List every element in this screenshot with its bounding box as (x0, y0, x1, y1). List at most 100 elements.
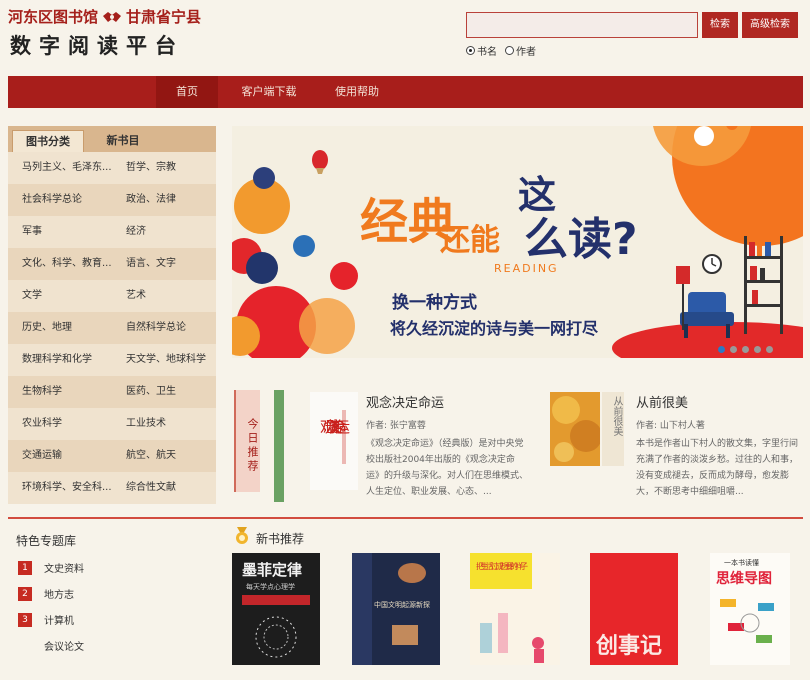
search-input[interactable] (466, 12, 698, 38)
category-tabs: 图书分类 新书目 (8, 126, 216, 152)
book-cover[interactable]: 创事记 (590, 553, 678, 665)
banner-tagline-1: 换一种方式 (392, 292, 477, 313)
tab-book-categories[interactable]: 图书分类 (12, 130, 84, 152)
topic-item[interactable]: 1 文史资料 (18, 560, 84, 575)
radio-selected-icon (466, 46, 475, 55)
clock-icon (702, 254, 722, 274)
topic-label: 会议论文 (44, 642, 84, 653)
category-link[interactable]: 文学 (8, 280, 112, 312)
category-link[interactable]: 数理科学和化学 (8, 344, 112, 376)
main-nav: 首页 客户端下载 使用帮助 (8, 76, 803, 108)
topic-label: 地方志 (44, 590, 74, 601)
banner-dot[interactable] (754, 346, 761, 353)
category-link[interactable]: 艺术 (112, 280, 216, 312)
topic-number: 3 (18, 612, 32, 627)
radio-unselected-icon (505, 46, 514, 55)
category-link[interactable]: 自然科学总论 (112, 312, 216, 344)
category-row: 文化、科学、教育... 语言、文字 (8, 248, 216, 280)
topic-item[interactable]: 会议论文 (18, 638, 84, 653)
county-name: 甘肃省宁县 (126, 8, 202, 26)
topic-item[interactable]: 2 地方志 (18, 586, 74, 601)
book-cover-art (550, 392, 600, 466)
cover-title: 把生活过成想要的样子 (476, 561, 528, 571)
tab-new-catalog[interactable]: 新书目 (88, 130, 158, 152)
book-cover[interactable]: 中国文明起源新探 (352, 553, 440, 665)
category-link[interactable]: 社会科学总论 (8, 184, 112, 216)
nav-client-download[interactable]: 客户端下载 (226, 76, 312, 108)
cover-title: 创事记 (595, 633, 662, 659)
balloon-icon (312, 150, 328, 174)
topic-item[interactable]: 3 计算机 (18, 612, 74, 627)
book-cover-art: 一本书读懂 思维导图 (710, 553, 790, 665)
hero-banner[interactable]: 经典 这 还能 么读? READING 换一种方式 将久经沉淀的诗与美一网打尽 (232, 126, 803, 358)
category-link[interactable]: 工业技术 (112, 408, 216, 440)
category-row: 农业科学 工业技术 (8, 408, 216, 440)
topic-number: 2 (18, 586, 32, 601)
radio-author[interactable]: 作者 (505, 43, 536, 58)
topic-label: 文史资料 (44, 564, 84, 575)
category-link[interactable]: 经济 (112, 216, 216, 248)
category-link[interactable]: 生物科学 (8, 376, 112, 408)
book-cover[interactable] (550, 392, 600, 466)
category-link[interactable]: 环境科学、安全科... (8, 472, 112, 504)
category-link[interactable]: 交通运输 (8, 440, 112, 472)
banner-dot[interactable] (742, 346, 749, 353)
category-link[interactable]: 军事 (8, 216, 112, 248)
library-line: 河东区图书馆 甘肃省宁县 (8, 6, 201, 27)
category-link[interactable]: 农业科学 (8, 408, 112, 440)
platform-title: 数字阅读平台 (10, 33, 184, 58)
banner-reading-word: READING (494, 262, 559, 275)
banner-headline-2: 这 (518, 173, 556, 217)
radio-author-label: 作者 (516, 47, 536, 58)
category-link[interactable]: 哲学、宗教 (112, 152, 216, 184)
category-link[interactable]: 航空、航天 (112, 440, 216, 472)
recommend-stripe (274, 390, 284, 502)
radio-title-label: 书名 (477, 47, 497, 58)
category-row: 生物科学 医药、卫生 (8, 376, 216, 408)
medal-icon (236, 527, 248, 544)
category-link[interactable]: 历史、地理 (8, 312, 112, 344)
category-list: 马列主义、毛泽东... 哲学、宗教 社会科学总论 政治、法律 军事 经济 文化、… (8, 152, 216, 504)
radio-title[interactable]: 书名 (466, 43, 497, 58)
category-link[interactable]: 文化、科学、教育... (8, 248, 112, 280)
category-row: 环境科学、安全科... 综合性文献 (8, 472, 216, 504)
new-books-title: 新书推荐 (256, 532, 305, 546)
search-type-options: 书名 作者 (466, 43, 536, 58)
banner-artwork: 经典 这 还能 么读? READING 换一种方式 将久经沉淀的诗与美一网打尽 (232, 126, 803, 358)
category-row: 马列主义、毛泽东... 哲学、宗教 (8, 152, 216, 184)
book-cover[interactable]: 墨菲定律 每天学点心理学 (232, 553, 320, 665)
advanced-search-button[interactable]: 高级检索 (742, 12, 798, 38)
banner-dot[interactable] (718, 346, 725, 353)
banner-pagination (718, 346, 773, 353)
nav-home[interactable]: 首页 (156, 76, 218, 108)
header: 河东区图书馆 甘肃省宁县 数字阅读平台 检索 高级检索 书名 作者 (0, 0, 810, 72)
category-link[interactable]: 政治、法律 (112, 184, 216, 216)
category-link[interactable]: 马列主义、毛泽东... (8, 152, 112, 184)
book-cover-art: 创事记 (590, 553, 678, 665)
banner-dot[interactable] (730, 346, 737, 353)
book-title[interactable]: 观念决定命运 (366, 392, 444, 411)
search-button[interactable]: 检索 (702, 12, 738, 38)
special-topics: 特色专题库 1 文史资料 2 地方志 3 计算机 会议论文 (8, 526, 216, 676)
category-link[interactable]: 语言、文字 (112, 248, 216, 280)
book-author: 作者: 山下村人著 (636, 421, 705, 431)
section-divider (8, 517, 803, 519)
book-cover[interactable]: 一本书读懂 思维导图 (710, 553, 790, 665)
category-link[interactable]: 综合性文献 (112, 472, 216, 504)
category-link[interactable]: 天文学、地球科学 (112, 344, 216, 376)
nav-help[interactable]: 使用帮助 (322, 76, 392, 108)
book-cover-art: 中国文明起源新探 (352, 553, 440, 665)
book-title[interactable]: 从前很美 (636, 392, 688, 411)
category-link[interactable]: 医药、卫生 (112, 376, 216, 408)
category-row: 文学 艺术 (8, 280, 216, 312)
book-cover[interactable]: 观念决定命运 (310, 392, 358, 490)
special-topics-title: 特色专题库 (16, 534, 77, 548)
banner-headline-3: 还能 (440, 223, 500, 258)
book-cover-art: 把生活过成想要的样子 (470, 553, 560, 665)
handshake-icon (103, 11, 122, 22)
banner-dot[interactable] (766, 346, 773, 353)
book-cover-art: 观念决定命运 (320, 410, 350, 464)
book-cover[interactable]: 把生活过成想要的样子 (470, 553, 560, 665)
book-cover-spine: 从前很美 (602, 392, 624, 466)
recommend-tag: 今日推荐 (234, 390, 260, 492)
